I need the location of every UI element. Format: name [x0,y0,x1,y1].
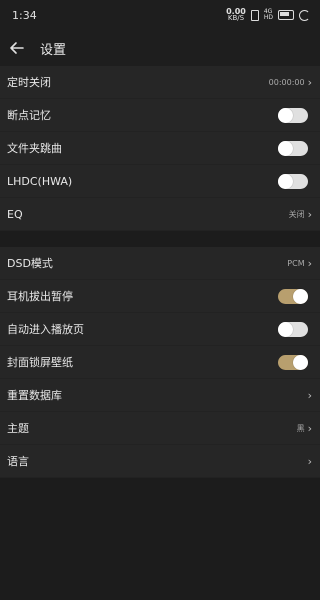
chevron-right-icon: › [307,256,312,270]
chevron-right-icon: › [307,207,312,221]
setting-lhdc: LHDC(HWA) [0,165,320,198]
setting-label: 定时关闭 [7,76,51,89]
setting-eq[interactable]: EQ 关闭 › [0,198,320,231]
setting-label: 主题 [7,422,29,435]
toggle-knob [293,288,308,304]
setting-language[interactable]: 语言 › [0,445,320,478]
status-bar: 1:34 0.00 KB/S 4G HD [0,0,320,30]
toggle-knob [293,354,308,370]
setting-label: 耳机拔出暂停 [7,290,73,303]
setting-value: 黑 [296,423,305,433]
network-speed-unit: KB/S [227,14,245,22]
network-speed: 0.00 KB/S [226,8,246,22]
signal-icon: 4G HD [264,9,273,21]
setting-headphone-pause: 耳机拔出暂停 [0,280,320,313]
headphone-pause-toggle[interactable] [278,288,308,304]
setting-label: 断点记忆 [7,109,51,122]
setting-label: 自动进入播放页 [7,323,84,336]
setting-reset-database[interactable]: 重置数据库 › [0,379,320,412]
setting-value: 关闭 [288,209,305,219]
chevron-right-icon: › [307,421,312,435]
setting-theme[interactable]: 主题 黑 › [0,412,320,445]
setting-value: 00:00:00 [268,77,305,87]
setting-label: 重置数据库 [7,389,62,402]
lhdc-toggle[interactable] [278,173,308,189]
setting-folder-skip: 文件夹跳曲 [0,132,320,165]
arrow-left-icon[interactable] [8,39,26,57]
cover-wallpaper-toggle[interactable] [278,354,308,370]
toggle-knob [278,140,293,156]
section-divider [0,231,320,247]
chevron-right-icon: › [307,388,312,402]
breakpoint-memory-toggle[interactable] [278,107,308,123]
setting-sleep-timer[interactable]: 定时关闭 00:00:00 › [0,66,320,99]
toggle-knob [278,173,293,189]
setting-value-group: › [308,456,312,467]
setting-label: LHDC(HWA) [7,174,73,188]
setting-value-group: 00:00:00 › [269,77,312,88]
setting-dsd-mode[interactable]: DSD模式 PCM › [0,247,320,280]
chevron-right-icon: › [307,454,312,468]
setting-label: 文件夹跳曲 [7,142,62,155]
app-bar: 设置 [0,30,320,66]
battery-icon [278,10,294,20]
chevron-right-icon: › [307,75,312,89]
signal-bottom-label: HD [263,14,273,21]
setting-value-group: 关闭 › [289,209,312,220]
status-time: 1:34 [12,8,37,22]
setting-breakpoint-memory: 断点记忆 [0,99,320,132]
setting-cover-wallpaper: 封面锁屏壁纸 [0,346,320,379]
folder-skip-toggle[interactable] [278,140,308,156]
vibrate-icon [250,9,259,21]
setting-value: PCM [287,258,305,268]
status-icons: 0.00 KB/S 4G HD [226,8,310,22]
setting-value-group: 黑 › [297,423,312,434]
settings-section-1: 定时关闭 00:00:00 › 断点记忆 文件夹跳曲 LHDC(HWA) EQ … [0,66,320,231]
settings-section-2: DSD模式 PCM › 耳机拔出暂停 自动进入播放页 封面锁屏壁纸 重置数据库 … [0,247,320,478]
toggle-knob [278,321,293,337]
auto-play-page-toggle[interactable] [278,321,308,337]
setting-label: 封面锁屏壁纸 [7,356,73,369]
setting-value-group: PCM › [287,258,312,269]
toggle-knob [278,107,293,123]
page-title: 设置 [40,42,67,58]
setting-label: DSD模式 [7,257,53,270]
sync-icon [299,9,310,21]
setting-value-group: › [308,390,312,401]
setting-label: EQ [7,207,23,221]
setting-label: 语言 [7,455,29,468]
setting-auto-play-page: 自动进入播放页 [0,313,320,346]
